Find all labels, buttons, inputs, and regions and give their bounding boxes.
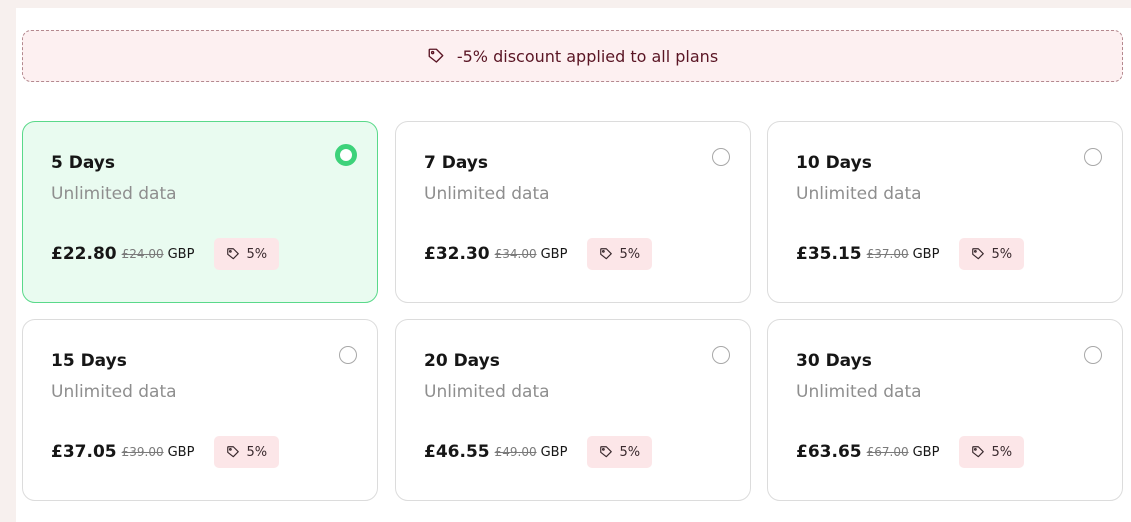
plan-card-10-days[interactable]: 10 Days Unlimited data £35.15 £37.00 GBP… (767, 121, 1123, 303)
plan-card-7-days[interactable]: 7 Days Unlimited data £32.30 £34.00 GBP … (395, 121, 751, 303)
discount-badge: 5% (587, 238, 653, 270)
plan-title: 7 Days (424, 153, 489, 173)
plan-card-5-days[interactable]: 5 Days Unlimited data £22.80 £24.00 GBP … (22, 121, 378, 303)
price-row: £35.15 £37.00 GBP 5% (796, 237, 1025, 271)
tag-icon (599, 247, 613, 261)
discount-badge: 5% (214, 436, 280, 468)
plan-old-price: £67.00 (866, 445, 909, 459)
plan-radio[interactable] (712, 148, 730, 166)
discount-banner-text: -5% discount applied to all plans (456, 46, 719, 66)
plan-old-price: £37.00 (866, 247, 909, 261)
discount-badge: 5% (587, 436, 653, 468)
discount-badge-label: 5% (246, 444, 268, 460)
plan-price: £35.15 (796, 244, 862, 264)
plan-title: 10 Days (796, 153, 872, 173)
plan-radio[interactable] (335, 144, 357, 166)
plan-card-30-days[interactable]: 30 Days Unlimited data £63.65 £67.00 GBP… (767, 319, 1123, 501)
plan-radio[interactable] (1084, 346, 1102, 364)
tag-icon (971, 445, 985, 459)
plan-title: 30 Days (796, 351, 872, 371)
tag-icon (226, 445, 240, 459)
discount-badge: 5% (959, 238, 1025, 270)
plan-radio[interactable] (712, 346, 730, 364)
plan-subtitle: Unlimited data (424, 382, 550, 402)
plan-radio[interactable] (1084, 148, 1102, 166)
plan-subtitle: Unlimited data (796, 382, 922, 402)
price-row: £37.05 £39.00 GBP 5% (51, 435, 280, 469)
tag-icon (427, 47, 445, 65)
plan-currency: GBP (912, 444, 940, 460)
plan-subtitle: Unlimited data (796, 184, 922, 204)
plan-card-15-days[interactable]: 15 Days Unlimited data £37.05 £39.00 GBP… (22, 319, 378, 501)
plan-subtitle: Unlimited data (51, 382, 177, 402)
plan-old-price: £34.00 (494, 247, 537, 261)
plan-currency: GBP (540, 246, 568, 262)
price-row: £22.80 £24.00 GBP 5% (51, 237, 280, 271)
plan-title: 5 Days (51, 153, 116, 173)
plan-price: £32.30 (424, 244, 490, 264)
plan-price: £22.80 (51, 244, 117, 264)
discount-badge-label: 5% (991, 444, 1013, 460)
discount-badge-label: 5% (991, 246, 1013, 262)
plan-subtitle: Unlimited data (424, 184, 550, 204)
plan-old-price: £24.00 (121, 247, 164, 261)
plan-radio[interactable] (339, 346, 357, 364)
plan-currency: GBP (912, 246, 940, 262)
plan-subtitle: Unlimited data (51, 184, 177, 204)
tag-icon (971, 247, 985, 261)
plan-old-price: £49.00 (494, 445, 537, 459)
price-row: £32.30 £34.00 GBP 5% (424, 237, 653, 271)
plan-currency: GBP (167, 246, 195, 262)
discount-badge-label: 5% (619, 444, 641, 460)
discount-badge-label: 5% (619, 246, 641, 262)
plan-currency: GBP (540, 444, 568, 460)
price-row: £46.55 £49.00 GBP 5% (424, 435, 653, 469)
discount-banner: -5% discount applied to all plans (22, 30, 1123, 82)
plan-price: £46.55 (424, 442, 490, 462)
plan-currency: GBP (167, 444, 195, 460)
plan-card-20-days[interactable]: 20 Days Unlimited data £46.55 £49.00 GBP… (395, 319, 751, 501)
discount-badge: 5% (214, 238, 280, 270)
discount-badge: 5% (959, 436, 1025, 468)
tag-icon (226, 247, 240, 261)
tag-icon (599, 445, 613, 459)
discount-badge-label: 5% (246, 246, 268, 262)
plan-title: 15 Days (51, 351, 127, 371)
price-row: £63.65 £67.00 GBP 5% (796, 435, 1025, 469)
plan-old-price: £39.00 (121, 445, 164, 459)
plan-price: £37.05 (51, 442, 117, 462)
plan-price: £63.65 (796, 442, 862, 462)
plan-title: 20 Days (424, 351, 500, 371)
